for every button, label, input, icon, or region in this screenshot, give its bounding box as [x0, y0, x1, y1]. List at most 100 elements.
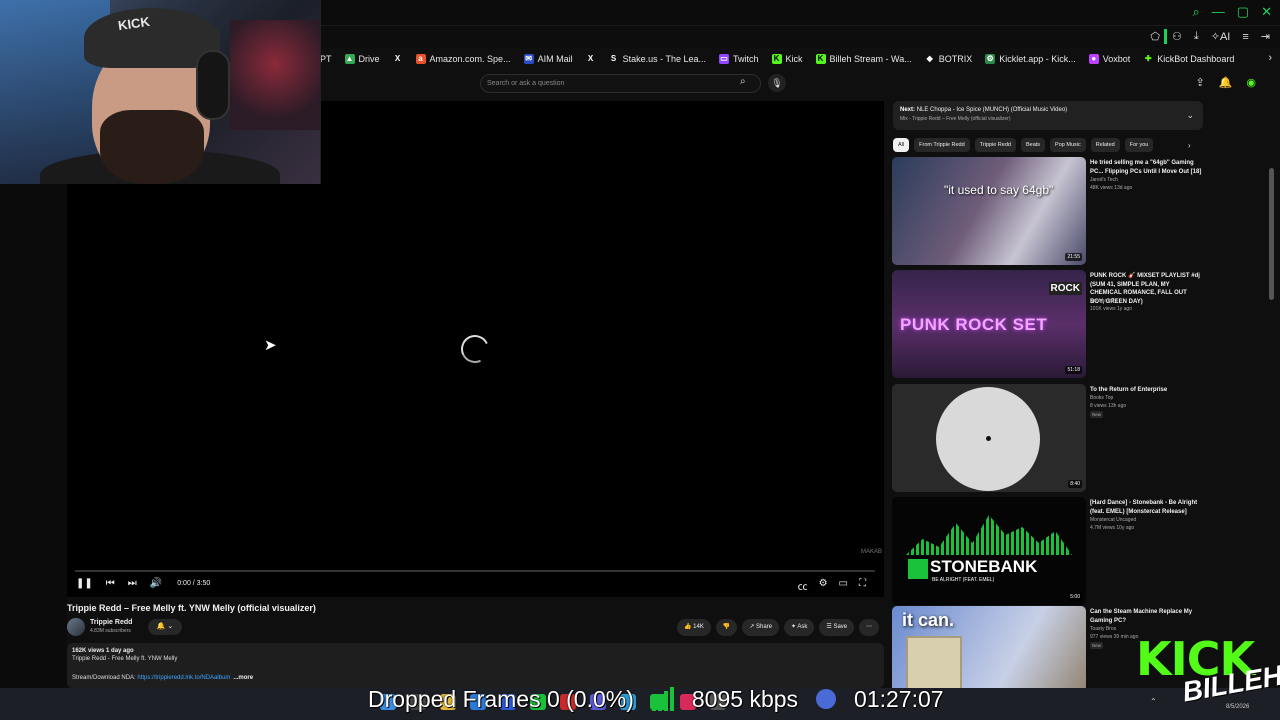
close-icon[interactable]: ✕ [1261, 4, 1272, 20]
headset-icon [196, 50, 230, 120]
bookmark-item[interactable]: K Kick [771, 54, 803, 64]
search-icon[interactable]: ⌕ [1193, 4, 1200, 20]
chip-from-channel[interactable]: From Trippie Redd [914, 138, 970, 152]
thumbnail-text: PUNK ROCK SET [900, 315, 1048, 334]
bookmark-label: Kick [785, 54, 803, 64]
mic-icon[interactable]: 🎙 [768, 74, 786, 92]
like-button[interactable]: 👍 14K [677, 619, 711, 636]
share-button[interactable]: ↗ Share [742, 619, 780, 636]
x-icon: X [587, 54, 594, 63]
extensions-icon[interactable]: ⬠ [1150, 30, 1160, 43]
bookmark-item[interactable]: PT [320, 54, 332, 64]
waveform-graphic [906, 515, 1072, 555]
description-link[interactable]: https://trippieredd.lnk.to/NDAalbum [137, 675, 230, 681]
thumbnail-text: STONEBANK [930, 557, 1038, 576]
menu-icon[interactable]: ≡ [1242, 31, 1248, 43]
recommendation-title[interactable]: To the Return of Enterprise [1090, 386, 1202, 395]
progress-bar[interactable] [75, 570, 875, 572]
video-thumbnail[interactable]: "it used to say 64gb" 21:55 [892, 157, 1086, 265]
ai-icon[interactable]: ✧AI [1211, 30, 1231, 43]
recommendation-meta: 48K views 13d ago [1090, 185, 1133, 191]
pause-icon[interactable]: ❚❚ [76, 578, 93, 589]
bookmark-item[interactable]: S Stake.us - The Lea... [609, 54, 706, 64]
captions-icon[interactable]: ㏄ [798, 578, 808, 593]
theater-icon[interactable]: ▭ [839, 578, 848, 593]
channel-name[interactable]: Trippie Redd [90, 619, 132, 626]
video-thumbnail[interactable]: ROCK PUNK ROCK SET 51:18 [892, 270, 1086, 378]
recommendation-title[interactable]: [Hard Dance] - Stonebank - Be Alright (f… [1090, 499, 1202, 516]
chip-for-you[interactable]: For you [1124, 138, 1154, 152]
bookmark-item[interactable]: ▲ Drive [344, 54, 380, 64]
recommendation-item[interactable]: 8:40 To the Return of Enterprise Books T… [892, 384, 1202, 492]
bookmark-item[interactable]: K Billeh Stream - Wa... [815, 54, 912, 64]
avatar[interactable]: ◉ [1246, 76, 1256, 89]
stream-stats-overlay: Dropped Frames 0 (0.0%) 8095 kbps 01:27:… [368, 684, 944, 714]
save-button[interactable]: ☰ Save [819, 619, 855, 636]
video-thumbnail[interactable]: 8:40 [892, 384, 1086, 492]
upload-icon[interactable]: ⇪ [1195, 76, 1204, 89]
recommendation-title[interactable]: He tried selling me a "64gb" Gaming PC..… [1090, 159, 1202, 176]
chip-beats[interactable]: Beats [1020, 138, 1046, 152]
download-icon[interactable]: ⤓ [1194, 30, 1199, 43]
amazon-icon: a [415, 54, 426, 64]
video-actions: 👍 14K 👎 ↗ Share ✦ Ask ☰ Save ⋯ [677, 619, 880, 636]
bookmark-label: Twitch [732, 54, 759, 64]
bookmark-item[interactable]: ▭ Twitch [718, 54, 759, 64]
fullscreen-icon[interactable]: ⛶ [859, 578, 866, 593]
channel-avatar[interactable] [67, 618, 85, 636]
recommendation-item[interactable]: "it used to say 64gb" 21:55 He tried sel… [892, 157, 1202, 265]
header-actions: ⇪ 🔔 ◉ [1195, 76, 1256, 89]
next-icon[interactable]: ⏭ [128, 578, 137, 589]
search-input[interactable]: Search or ask a question [480, 74, 761, 93]
time-display: 0:00 / 3:50 [177, 580, 211, 587]
description-box[interactable]: 162K views 1 day ago Trippie Redd - Free… [67, 643, 884, 688]
bookmark-item[interactable]: ◆ BOTRIX [925, 54, 973, 64]
bookmark-item[interactable]: X [393, 54, 403, 64]
system-tray-chevron-icon[interactable]: ⌃ [1150, 697, 1157, 706]
search-icon[interactable]: ⌕ [740, 76, 746, 87]
ask-button[interactable]: ✦ Ask [784, 619, 815, 636]
recommendation-item[interactable]: STONEBANK BE ALRIGHT (FEAT. EMEL) 5:00 [… [892, 497, 1202, 605]
more-button[interactable]: ...more [233, 675, 253, 681]
recommendation-channel: Books Top [1090, 395, 1114, 401]
bookmarks-bar: PT ▲ Drive X a Amazon.com. Spe... ✉ AIM Mai… [320, 50, 1234, 68]
duration-badge: 21:55 [1065, 253, 1082, 261]
bookmark-item[interactable]: ✚ KickBot Dashboard [1143, 54, 1234, 64]
bookmark-item[interactable]: ● Voxbot [1088, 54, 1131, 64]
scrollbar-thumb[interactable] [1269, 168, 1274, 300]
bookmark-item[interactable]: X [586, 54, 596, 64]
bookmark-item[interactable]: a Amazon.com. Spe... [415, 54, 511, 64]
bell-icon[interactable]: 🔔 [1219, 76, 1233, 89]
recommendation-item[interactable]: ROCK PUNK ROCK SET 51:18 PUNK ROCK 🎸 MIX… [892, 270, 1202, 378]
up-next-panel[interactable]: Next: NLE Choppa - Ice Spice (MUNCH) (Of… [893, 101, 1203, 130]
previous-icon[interactable]: ⏮ [106, 578, 115, 589]
chevron-down-icon[interactable]: ⌄ [1186, 110, 1194, 121]
left-gutter [0, 184, 67, 688]
like-count: 14K [693, 624, 704, 630]
subscribe-bell-button[interactable]: 🔔 ⌄ [148, 619, 182, 635]
chip-pop-music[interactable]: Pop Music [1050, 138, 1086, 152]
dislike-button[interactable]: 👎 [715, 619, 738, 636]
chip-channel[interactable]: Trippie Redd [974, 138, 1016, 152]
bookmark-item[interactable]: ✉ AIM Mail [523, 54, 573, 64]
drive-icon: ▲ [344, 54, 355, 64]
chip-all[interactable]: All [893, 138, 910, 152]
video-thumbnail[interactable]: STONEBANK BE ALRIGHT (FEAT. EMEL) 5:00 [892, 497, 1086, 605]
more-actions-button[interactable]: ⋯ [859, 619, 880, 636]
chevron-right-icon[interactable]: › [1268, 52, 1272, 64]
bookmark-item[interactable]: ⚙ Kicklet.app - Kick... [985, 54, 1076, 64]
settings-icon[interactable]: ⚙ [819, 578, 828, 593]
recommendation-title[interactable]: Can the Steam Machine Replace My Gaming … [1090, 608, 1202, 625]
maximize-icon[interactable]: ▢ [1237, 4, 1249, 20]
subscriber-count: 4.83M subscribers [90, 628, 131, 634]
bookmark-label: Voxbot [1102, 54, 1131, 64]
chip-related[interactable]: Related [1090, 138, 1120, 152]
twitch-icon: ▭ [718, 54, 729, 64]
page-scrollbar[interactable] [1269, 68, 1275, 688]
account-icon[interactable]: ⚇ [1172, 30, 1182, 43]
volume-icon[interactable]: 🔊 [150, 578, 162, 589]
sidebar-icon[interactable]: ⇥ [1261, 30, 1270, 43]
minimize-icon[interactable]: — [1212, 4, 1225, 20]
video-thumbnail[interactable]: it can. [892, 606, 1086, 688]
chevron-right-icon[interactable]: › [1188, 141, 1191, 150]
